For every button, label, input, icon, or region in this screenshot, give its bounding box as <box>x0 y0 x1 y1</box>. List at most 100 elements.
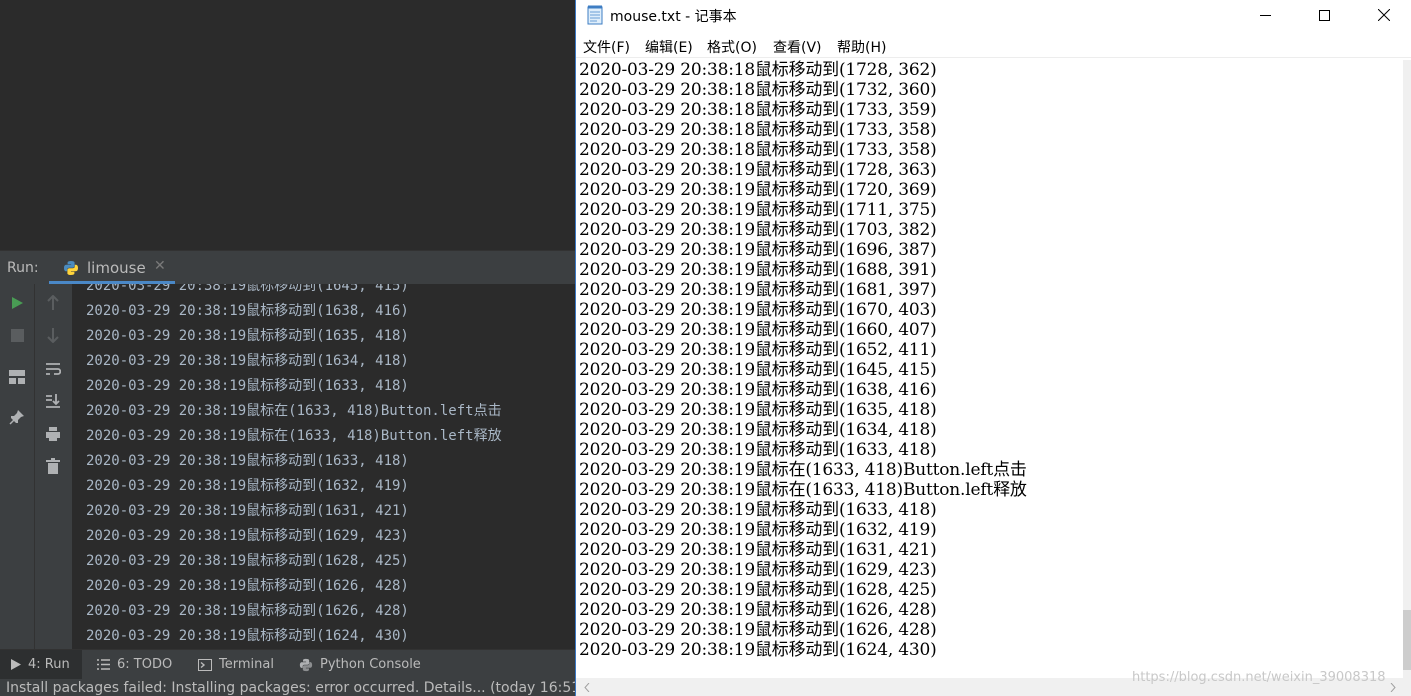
scroll-left-icon[interactable] <box>584 683 590 692</box>
list-icon <box>97 659 110 670</box>
close-button[interactable] <box>1354 0 1411 30</box>
text-line: 2020-03-29 20:38:19鼠标移动到(1633, 418) <box>579 500 937 520</box>
console-line: 2020-03-29 20:38:19鼠标移动到(1632, 419) <box>86 478 409 494</box>
tab-python-console-label: Python Console <box>320 657 421 672</box>
text-line: 2020-03-29 20:38:19鼠标移动到(1634, 418) <box>579 420 937 440</box>
pycharm-window: Run: limouse ✕ 2020-03-29 20:38:19鼠标移动到(… <box>0 0 575 696</box>
text-line: 2020-03-29 20:38:19鼠标在(1633, 418)Button.… <box>579 460 1027 480</box>
arrow-up-icon[interactable] <box>42 292 64 314</box>
menu-format[interactable]: 格式(O) <box>707 37 757 57</box>
editor-area[interactable] <box>0 0 575 250</box>
text-line: 2020-03-29 20:38:18鼠标移动到(1733, 358) <box>579 140 937 160</box>
tab-todo-label: 6: TODO <box>117 657 173 672</box>
run-label: Run: <box>7 260 39 276</box>
close-icon <box>1377 9 1390 21</box>
tab-python-console[interactable]: Python Console <box>299 650 421 679</box>
trash-icon[interactable] <box>42 455 64 477</box>
console-line: 2020-03-29 20:38:19鼠标在(1633, 418)Button.… <box>86 428 502 444</box>
soft-wrap-icon[interactable] <box>42 358 64 380</box>
text-line: 2020-03-29 20:38:18鼠标移动到(1732, 360) <box>579 80 937 100</box>
print-icon[interactable] <box>42 423 64 445</box>
console-line: 2020-03-29 20:38:19鼠标移动到(1624, 430) <box>86 628 409 644</box>
window-title: mouse.txt - 记事本 <box>610 9 737 25</box>
menu-edit[interactable]: 编辑(E) <box>645 37 693 57</box>
title-bar[interactable]: mouse.txt - 记事本 <box>576 0 1411 30</box>
text-line: 2020-03-29 20:38:19鼠标移动到(1652, 411) <box>579 340 937 360</box>
tab-run-label: 4: Run <box>28 657 70 672</box>
tab-terminal[interactable]: Terminal <box>198 650 274 679</box>
text-line: 2020-03-29 20:38:19鼠标移动到(1628, 425) <box>579 580 937 600</box>
text-line: 2020-03-29 20:38:19鼠标移动到(1626, 428) <box>579 600 937 620</box>
rerun-play-icon[interactable] <box>6 292 28 314</box>
text-line: 2020-03-29 20:38:19鼠标移动到(1629, 423) <box>579 560 937 580</box>
text-line: 2020-03-29 20:38:19鼠标移动到(1728, 363) <box>579 160 937 180</box>
run-tab-label: limouse <box>87 259 146 277</box>
console-line: 2020-03-29 20:38:19鼠标移动到(1635, 418) <box>86 328 409 344</box>
text-line: 2020-03-29 20:38:19鼠标移动到(1624, 430) <box>579 640 937 660</box>
menu-file[interactable]: 文件(F) <box>583 37 630 57</box>
console-line: 2020-03-29 20:38:19鼠标移动到(1626, 428) <box>86 578 409 594</box>
watermark: https://blog.csdn.net/weixin_39008318 <box>1132 670 1386 685</box>
maximize-button[interactable] <box>1295 0 1354 30</box>
run-console-output[interactable]: 2020-03-29 20:38:19鼠标移动到(1645, 415) 2020-… <box>72 284 575 649</box>
minimize-button[interactable] <box>1236 0 1295 30</box>
close-icon[interactable]: ✕ <box>154 258 166 274</box>
run-tab-limouse[interactable]: limouse ✕ <box>49 251 175 284</box>
console-line: 2020-03-29 20:38:19鼠标移动到(1631, 421) <box>86 503 409 519</box>
menu-view[interactable]: 查看(V) <box>773 37 822 57</box>
console-line: 2020-03-29 20:38:19鼠标移动到(1633, 418) <box>86 378 409 394</box>
text-area[interactable]: 2020-03-29 20:38:18鼠标移动到(1728, 362) 2020-… <box>576 60 1403 678</box>
text-line: 2020-03-29 20:38:19鼠标移动到(1720, 369) <box>579 180 937 200</box>
text-line: 2020-03-29 20:38:18鼠标移动到(1733, 359) <box>579 100 937 120</box>
console-line: 2020-03-29 20:38:19鼠标移动到(1634, 418) <box>86 353 409 369</box>
run-toolbar-secondary <box>35 284 72 649</box>
text-line: 2020-03-29 20:38:19鼠标移动到(1670, 403) <box>579 300 937 320</box>
text-line: 2020-03-29 20:38:19鼠标移动到(1633, 418) <box>579 440 937 460</box>
text-line: 2020-03-29 20:38:19鼠标移动到(1703, 382) <box>579 220 937 240</box>
python-icon <box>64 261 78 275</box>
text-line: 2020-03-29 20:38:19鼠标移动到(1681, 397) <box>579 280 937 300</box>
maximize-icon <box>1319 9 1330 21</box>
status-message[interactable]: Install packages failed: Installing pack… <box>6 679 575 696</box>
text-line: 2020-03-29 20:38:19鼠标移动到(1688, 391) <box>579 260 937 280</box>
console-lines: 2020-03-29 20:38:19鼠标移动到(1645, 415) 2020-… <box>86 284 502 649</box>
run-toolbar-primary <box>0 284 35 649</box>
play-icon <box>11 659 21 670</box>
text-line: 2020-03-29 20:38:19鼠标在(1633, 418)Button.… <box>579 480 1027 500</box>
console-line: 2020-03-29 20:38:19鼠标在(1633, 418)Button.… <box>86 403 502 419</box>
console-line: 2020-03-29 20:38:19鼠标移动到(1628, 425) <box>86 553 409 569</box>
text-line: 2020-03-29 20:38:18鼠标移动到(1728, 362) <box>579 60 937 80</box>
text-line: 2020-03-29 20:38:19鼠标移动到(1711, 375) <box>579 200 937 220</box>
scroll-right-icon[interactable] <box>1390 683 1396 692</box>
stop-icon[interactable] <box>6 324 28 346</box>
scrollbar-thumb[interactable] <box>1403 610 1411 670</box>
text-line: 2020-03-29 20:38:18鼠标移动到(1733, 358) <box>579 120 937 140</box>
text-line: 2020-03-29 20:38:19鼠标移动到(1645, 415) <box>579 360 937 380</box>
menu-help[interactable]: 帮助(H) <box>837 37 886 57</box>
text-line: 2020-03-29 20:38:19鼠标移动到(1631, 421) <box>579 540 937 560</box>
tab-run[interactable]: 4: Run <box>0 650 82 679</box>
minimize-icon <box>1260 14 1271 16</box>
terminal-icon <box>198 658 212 671</box>
text-line: 2020-03-29 20:38:19鼠标移动到(1635, 418) <box>579 400 937 420</box>
text-line: 2020-03-29 20:38:19鼠标移动到(1626, 428) <box>579 620 937 640</box>
text-line: 2020-03-29 20:38:19鼠标移动到(1638, 416) <box>579 380 937 400</box>
notepad-icon <box>587 5 603 25</box>
menu-bar: 文件(F) 编辑(E) 格式(O) 查看(V) 帮助(H) <box>576 33 1411 58</box>
layout-icon[interactable] <box>6 366 28 388</box>
text-line: 2020-03-29 20:38:19鼠标移动到(1660, 407) <box>579 320 937 340</box>
text-line: 2020-03-29 20:38:19鼠标移动到(1632, 419) <box>579 520 937 540</box>
tool-window-bar: 4: Run 6: TODO Terminal Python Console <box>0 649 575 679</box>
notepad-window: mouse.txt - 记事本 文件(F) 编辑(E) 格式(O) 查看(V) … <box>575 0 1411 696</box>
text-lines: 2020-03-29 20:38:18鼠标移动到(1728, 362) 2020-… <box>579 60 1027 660</box>
text-line: 2020-03-29 20:38:19鼠标移动到(1696, 387) <box>579 240 937 260</box>
vertical-scrollbar[interactable] <box>1403 60 1411 678</box>
tab-terminal-label: Terminal <box>219 657 274 672</box>
tab-todo[interactable]: 6: TODO <box>97 650 172 679</box>
scroll-to-end-icon[interactable] <box>42 390 64 412</box>
console-line: 2020-03-29 20:38:19鼠标移动到(1638, 416) <box>86 303 409 319</box>
console-line: 2020-03-29 20:38:19鼠标移动到(1626, 428) <box>86 603 409 619</box>
pin-icon[interactable] <box>6 406 28 428</box>
status-bar: Install packages failed: Installing pack… <box>0 679 575 696</box>
arrow-down-icon[interactable] <box>42 324 64 346</box>
